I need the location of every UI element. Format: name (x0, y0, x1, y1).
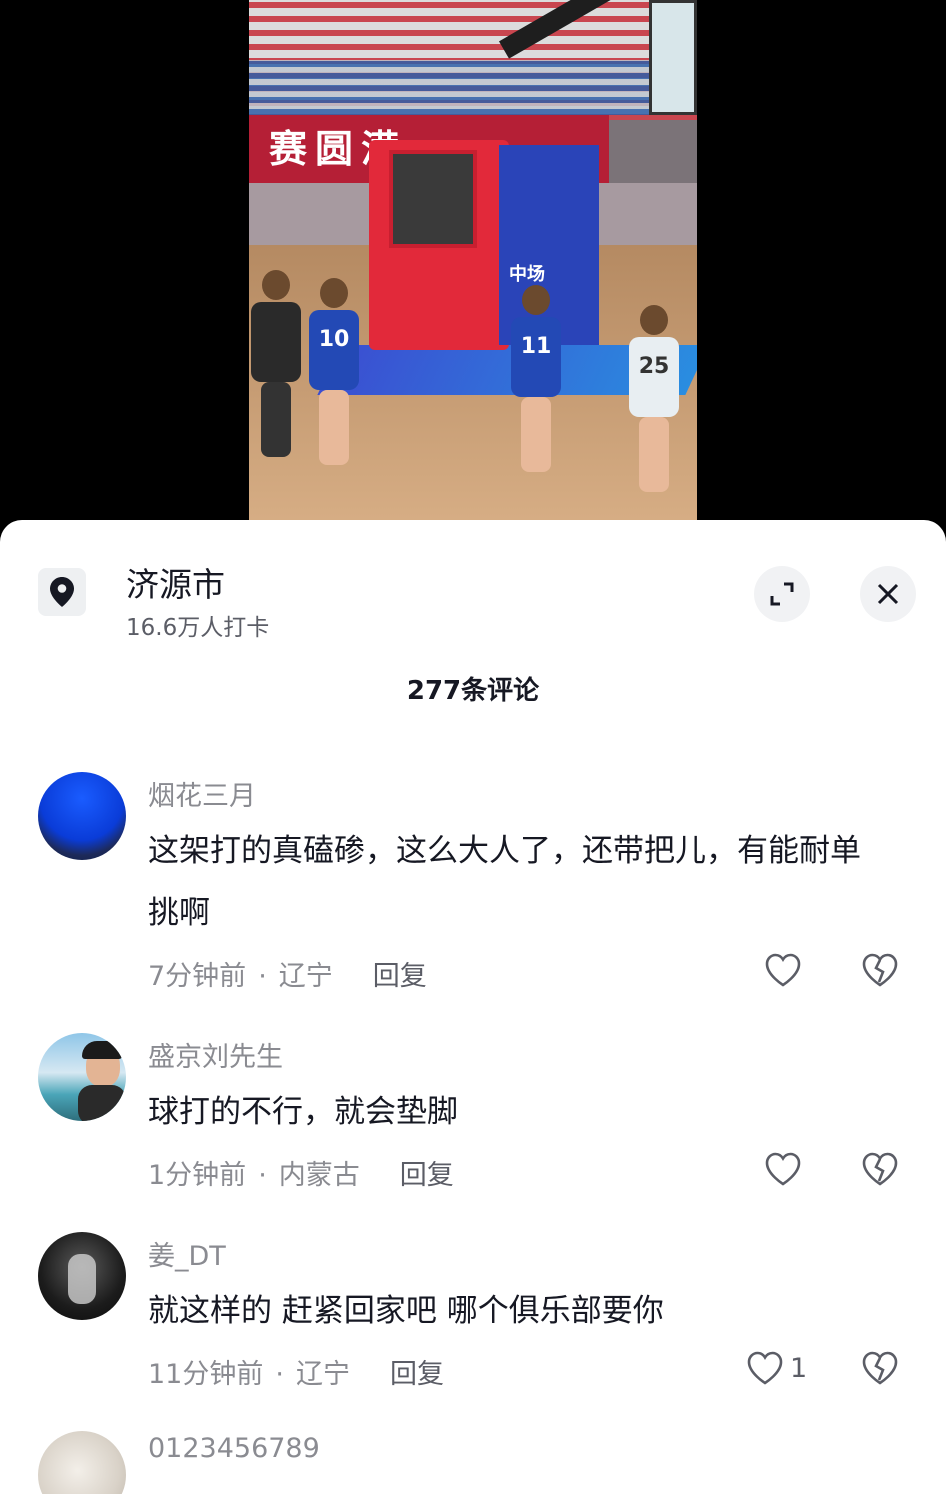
comment-text: 这架打的真磕碜，这么大人了，还带把儿，有能耐单挑啊 (148, 833, 861, 931)
reply-button[interactable]: 回复 (400, 1160, 454, 1191)
heart-outline-icon (747, 1351, 783, 1385)
location-title: 济源市 (126, 565, 225, 604)
like-button[interactable]: 1 (746, 1350, 807, 1386)
comment-time: 11分钟前 (148, 1359, 264, 1390)
meta-separator: · (258, 1160, 267, 1191)
comment-meta: 1分钟前 · 内蒙古 回复 (148, 1153, 454, 1192)
player-figure: 11 (511, 285, 561, 472)
player-figure: 10 (309, 278, 359, 465)
comment-author[interactable]: 姜_DT (148, 1234, 226, 1273)
like-count: 1 (790, 1352, 808, 1384)
close-button[interactable] (860, 566, 916, 622)
comment-time: 7分钟前 (148, 961, 247, 992)
like-button[interactable] (764, 1151, 802, 1187)
reply-button[interactable]: 回复 (373, 961, 427, 992)
avatar[interactable] (38, 1431, 126, 1494)
sponsor-logo: 中场 (509, 264, 545, 285)
expand-button[interactable] (754, 566, 810, 622)
comment-region: 内蒙古 (278, 1160, 360, 1191)
comment-item: 盛京刘先生 球打的不行，就会垫脚 1分钟前 · 内蒙古 回复 (0, 1033, 946, 1213)
hoop-screen (389, 150, 477, 248)
comment-region: 辽宁 (278, 961, 333, 992)
comment-author[interactable]: 烟花三月 (148, 774, 256, 813)
player-figure: 25 (629, 305, 679, 492)
stadium-seats-upper (249, 60, 697, 115)
reply-button[interactable]: 回复 (390, 1359, 444, 1390)
comment-time: 1分钟前 (148, 1160, 247, 1191)
hoop-stand-red (369, 140, 509, 350)
comment-author[interactable]: 0123456789 (148, 1433, 320, 1464)
comment-text: 就这样的 赶紧回家吧 哪个俱乐部要你 (148, 1293, 664, 1329)
comment-meta: 11分钟前 · 辽宁 回复 (148, 1352, 444, 1391)
comment-text: 球打的不行，就会垫脚 (148, 1094, 458, 1130)
dislike-button[interactable] (861, 1151, 899, 1187)
close-icon (877, 583, 899, 605)
comment-item: 姜_DT 就这样的 赶紧回家吧 哪个俱乐部要你 11分钟前 · 辽宁 回复 1 (0, 1232, 946, 1412)
comment-item: 烟花三月 这架打的真磕碜，这么大人了，还带把儿，有能耐单挑啊 7分钟前 · 辽宁 回复 (0, 772, 946, 1012)
broken-heart-icon (862, 953, 898, 987)
broken-heart-icon (862, 1351, 898, 1385)
dislike-button[interactable] (861, 1350, 899, 1386)
meta-separator: · (258, 961, 267, 992)
comment-author[interactable]: 盛京刘先生 (148, 1035, 283, 1074)
avatar[interactable] (38, 772, 126, 860)
like-button[interactable] (764, 952, 802, 988)
heart-outline-icon (765, 953, 801, 987)
location-bar[interactable]: 济源市 16.6万人打卡 (0, 550, 946, 641)
coach-figure (251, 270, 301, 457)
map-pin-icon (38, 568, 86, 616)
broken-heart-icon (862, 1152, 898, 1186)
comments-count: 277条评论 (406, 676, 540, 706)
comment-item: 0123456789 (0, 1431, 946, 1494)
comment-meta: 7分钟前 · 辽宁 回复 (148, 954, 427, 993)
comment-region: 辽宁 (295, 1359, 350, 1390)
avatar[interactable] (38, 1033, 126, 1121)
backboard (649, 0, 697, 115)
comments-sheet: 济源市 16.6万人打卡 277条评论 烟花三月 这架打的真磕碜，这么大人了，还… (0, 520, 946, 1494)
avatar[interactable] (38, 1232, 126, 1320)
expand-icon (770, 582, 794, 606)
video-player[interactable]: 赛圆满 中场 10 11 25 (249, 0, 697, 520)
meta-separator: · (275, 1359, 284, 1390)
heart-outline-icon (765, 1152, 801, 1186)
location-checkins: 16.6万人打卡 (126, 615, 270, 641)
dislike-button[interactable] (861, 952, 899, 988)
